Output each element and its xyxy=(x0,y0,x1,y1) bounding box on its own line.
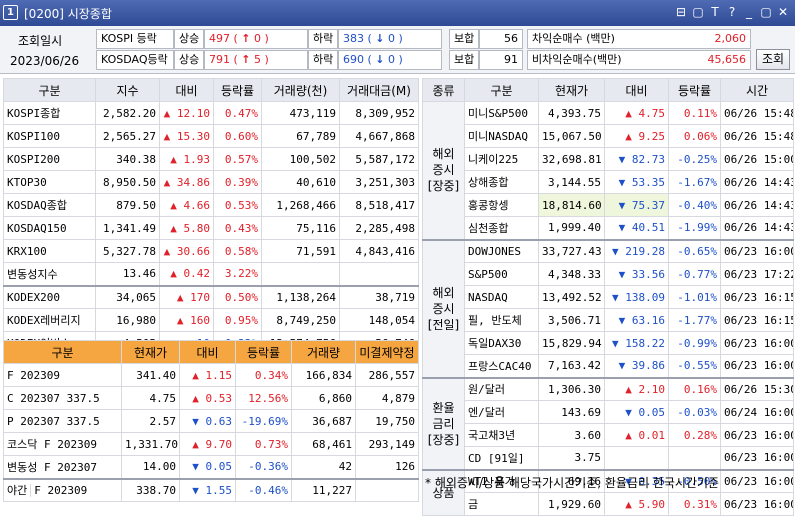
futures-header-4: 거래량 xyxy=(291,340,356,364)
futures-row[interactable]: C 202307 337.5 4.75 ▲ 0.53 12.56% 6,860 4,879 xyxy=(3,386,419,410)
index-table: 구분 지수 대비 등락률 거래량(천) 거래대금(M) KOSPI종합 2,582.20 ▲ 1… xyxy=(3,78,419,355)
arbitrage-box: 차익순매수 (백만) 2,060 xyxy=(527,29,751,49)
window-icon-4[interactable]: _ xyxy=(743,5,755,19)
world-row[interactable]: 환율 금리 [장중] 원/달러 1,306.30 ▲ 2.10 0.16% 06/26 15:… xyxy=(422,376,794,470)
world-row[interactable]: 미니NASDAQ 15,067.50 ▲ 9.25 0.06% 06/26 15:48 xyxy=(423,124,794,148)
index-row[interactable]: KOSPI100 2,565.27 ▲ 15.30 0.60% 67,789 4,667,… xyxy=(3,124,419,148)
index-header-5: 거래대금(M) xyxy=(339,78,419,102)
futures-header-3: 등락률 xyxy=(235,340,292,364)
world-group: 환율 금리 [장중] xyxy=(422,376,465,470)
screen-number: 1 xyxy=(3,5,18,20)
kosdaq-up-count: 791 ( ↑ 5 ) xyxy=(204,50,308,70)
etf-row[interactable]: KODEX200 34,065 ▲ 170 0.50% 1,138,264 38,719 xyxy=(3,284,419,309)
window-controls: ⊟ ▢ T? _ ▢ ✕ xyxy=(675,5,789,19)
world-table: 종류 구분 현재가 대비 등락률 시간 해외 증시 [장중] 미니S&P500 4,393.75 ▲ … xyxy=(422,78,794,516)
world-row[interactable]: 상해종합 3,144.55 ▼ 53.35 -1.67% 06/26 14:43 xyxy=(423,170,794,194)
world-group: 해외 증시 [장중] xyxy=(422,101,465,240)
footer-note: * 해외증시/상품 해당국가시간기준, 환율금리 한국시간기준 xyxy=(425,476,720,490)
world-row[interactable]: NASDAQ 13,492.52 ▼ 138.09 -1.01% 06/23 16:15 xyxy=(423,285,794,309)
kosdaq-flat-label: 보합 xyxy=(449,50,479,70)
window-icon-2[interactable]: T xyxy=(709,5,721,19)
index-row[interactable]: KOSPI200 340.38 ▲ 1.93 0.57% 100,502 5,587,17… xyxy=(3,147,419,171)
world-row[interactable]: 홍콩항셍 18,814.60 ▼ 75.37 -0.40% 06/26 14:43 xyxy=(423,193,794,217)
index-header-4: 거래량(천) xyxy=(261,78,340,102)
world-row[interactable]: 해외 증시 [전일] DOWJONES 33,727.43 ▼ 219.28 -0.65% 0… xyxy=(422,238,794,378)
index-row[interactable]: KOSDAQ종합 879.50 ▲ 4.66 0.53% 1,268,466 8,518,… xyxy=(3,193,419,217)
kosdaq-up-label: 상승 xyxy=(174,50,204,70)
kospi-flat-count: 56 xyxy=(479,29,523,49)
world-row[interactable]: S&P500 4,348.33 ▼ 33.56 -0.77% 06/23 17:22 xyxy=(423,262,794,286)
kospi-down-label: 하락 xyxy=(308,29,338,49)
futures-header-0: 구분 xyxy=(3,340,122,364)
index-header-3: 등락률 xyxy=(213,78,262,102)
world-row[interactable]: 필, 반도체 3,506.71 ▼ 63.16 -1.77% 06/23 16:15 xyxy=(423,308,794,332)
non-arbitrage-box: 비차익순매수(백만) 45,656 xyxy=(527,50,751,70)
window-icon-6[interactable]: ✕ xyxy=(777,5,789,19)
world-header-3: 대비 xyxy=(604,78,669,102)
kosdaq-label: KOSDAQ등락 xyxy=(96,50,174,70)
kosdaq-down-label: 하락 xyxy=(308,50,338,70)
futures-row[interactable]: 변동성 F 202307 14.00 ▼ 0.05 -0.36% 42 126 xyxy=(3,455,419,479)
kospi-up-label: 상승 xyxy=(174,29,204,49)
world-header-0: 종류 xyxy=(422,78,465,102)
index-header-2: 대비 xyxy=(159,78,214,102)
world-header-2: 현재가 xyxy=(538,78,605,102)
index-header-1: 지수 xyxy=(95,78,160,102)
index-header-0: 구분 xyxy=(3,78,96,102)
futures-row[interactable]: 코스닥 F 202309 1,331.70 ▲ 9.70 0.73% 68,461 293… xyxy=(3,432,419,456)
query-button[interactable]: 조회 xyxy=(756,49,790,70)
night-futures-row[interactable]: 야간 F 202309 338.70 ▼ 1.55 -0.46% 11,227 xyxy=(3,477,419,502)
index-row[interactable]: KOSPI종합 2,582.20 ▲ 12.10 0.47% 473,119 8,309,… xyxy=(3,101,419,125)
world-row[interactable]: 국고채3년 3.60 ▲ 0.01 0.28% 06/23 16:00 xyxy=(423,423,794,447)
futures-header-2: 대비 xyxy=(179,340,236,364)
world-row[interactable]: 엔/달러 143.69 ▼ 0.05 -0.03% 06/24 16:00 xyxy=(423,400,794,424)
title-bar: 1 [0200] 시장종합 ⊟ ▢ T? _ ▢ ✕ xyxy=(0,0,795,26)
index-row[interactable]: 변동성지수 13.46 ▲ 0.42 3.22% xyxy=(3,262,419,286)
index-row[interactable]: KOSDAQ150 1,341.49 ▲ 5.80 0.43% 75,116 2,285,… xyxy=(3,216,419,240)
world-row[interactable]: 독일DAX30 15,829.94 ▼ 158.22 -0.99% 06/23 16:0… xyxy=(423,331,794,355)
world-row[interactable]: 프랑스CAC40 7,163.42 ▼ 39.86 -0.55% 06/23 16:00 xyxy=(423,354,794,378)
window-icon-1[interactable]: ▢ xyxy=(692,5,704,19)
futures-row[interactable]: P 202307 337.5 2.57 ▼ 0.63 -19.69% 36,687 19,… xyxy=(3,409,419,433)
world-group: 해외 증시 [전일] xyxy=(422,238,465,378)
world-header-5: 시간 xyxy=(720,78,794,102)
futures-header-5: 미결제약정 xyxy=(355,340,419,364)
futures-table: 구분 현재가 대비 등락률 거래량 미결제약정 F 202309 341.40 ▲ 1.15 0.… xyxy=(3,340,419,502)
kospi-up-count: 497 ( ↑ 0 ) xyxy=(204,29,308,49)
world-header-1: 구분 xyxy=(464,78,539,102)
futures-row[interactable]: F 202309 341.40 ▲ 1.15 0.34% 166,834 286,557 xyxy=(3,363,419,387)
kospi-label: KOSPI 등락 xyxy=(96,29,174,49)
index-row[interactable]: KRX100 5,327.78 ▲ 30.66 0.58% 71,591 4,843,41… xyxy=(3,239,419,263)
window-icon-5[interactable]: ▢ xyxy=(760,5,772,19)
world-row[interactable]: 심천종합 1,999.40 ▼ 40.51 -1.99% 06/26 14:43 xyxy=(423,216,794,240)
futures-header-1: 현재가 xyxy=(121,340,180,364)
kospi-flat-label: 보합 xyxy=(449,29,479,49)
window-icon-3[interactable]: ? xyxy=(726,5,738,19)
world-header-4: 등락률 xyxy=(668,78,721,102)
query-panel: 조회일시 2023/06/26 KOSPI 등락 상승 497 ( ↑ 0 ) 하락 3… xyxy=(0,26,795,74)
etf-row[interactable]: KODEX레버리지 16,980 ▲ 160 0.95% 8,749,250 148,05… xyxy=(3,308,419,332)
query-date[interactable]: 2023/06/26 xyxy=(10,54,79,68)
index-row[interactable]: KTOP30 8,950.50 ▲ 34.86 0.39% 40,610 3,251,30… xyxy=(3,170,419,194)
world-row[interactable]: 니케이225 32,698.81 ▼ 82.73 -0.25% 06/26 15:00 xyxy=(423,147,794,171)
window-title: [0200] 시장종합 xyxy=(24,7,112,21)
kosdaq-down-count: 690 ( ↓ 0 ) xyxy=(338,50,442,70)
world-row[interactable]: 해외 증시 [장중] 미니S&P500 4,393.75 ▲ 4.75 0.11% 06/26… xyxy=(422,101,794,240)
window-icon-0[interactable]: ⊟ xyxy=(675,5,687,19)
kospi-down-count: 383 ( ↓ 0 ) xyxy=(338,29,442,49)
query-label: 조회일시 xyxy=(18,34,63,48)
kosdaq-flat-count: 91 xyxy=(479,50,523,70)
world-row[interactable]: CD [91일] 3.75 06/23 16:00 xyxy=(423,446,794,470)
